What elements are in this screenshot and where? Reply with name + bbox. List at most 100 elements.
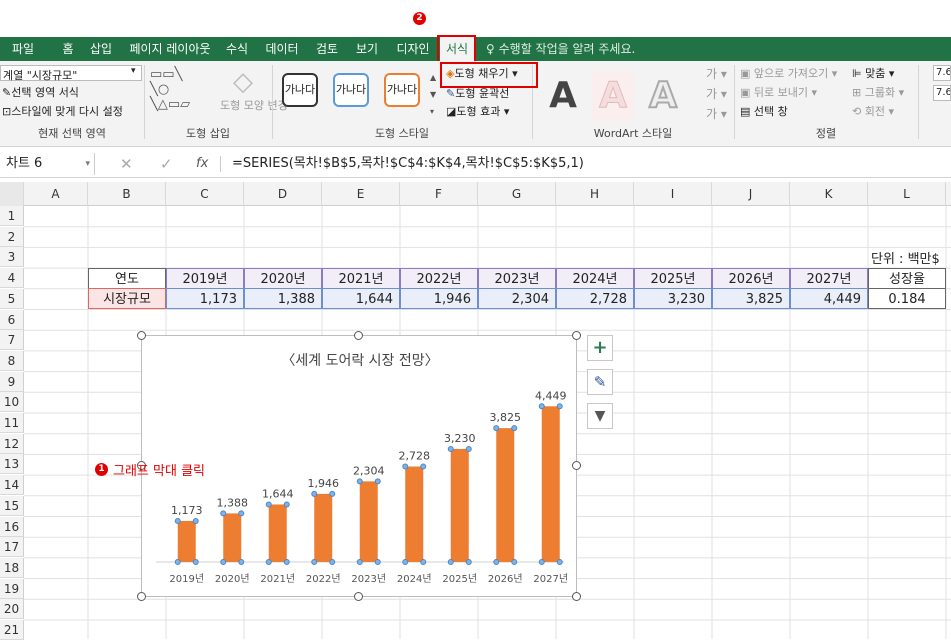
- row-header-14[interactable]: 14: [0, 475, 24, 496]
- row-header-10[interactable]: 10: [0, 392, 24, 413]
- growth-label[interactable]: 성장율: [868, 268, 946, 289]
- name-box[interactable]: 차트 6 ▾: [0, 153, 95, 175]
- rotate-button[interactable]: ⟲ 회전 ▾: [852, 103, 894, 119]
- chart-area[interactable]: 〈세계 도어락 시장 전망〉 1,173 2019년 1,388 2020년 1,644…: [141, 335, 577, 597]
- chart-bar[interactable]: [450, 448, 469, 562]
- chart-bar[interactable]: [177, 520, 196, 562]
- chart-bar[interactable]: [268, 504, 287, 562]
- shape-height-input[interactable]: 7.6: [933, 65, 951, 81]
- cancel-icon[interactable]: ✕: [120, 153, 133, 175]
- resize-handle-bottom[interactable]: [354, 592, 363, 601]
- row-header-17[interactable]: 17: [0, 537, 24, 558]
- chart-elements-dropdown[interactable]: 계열 "시장규모" ▾: [0, 65, 142, 82]
- check-icon[interactable]: ✓: [160, 153, 173, 175]
- row-header-6[interactable]: 6: [0, 309, 24, 330]
- year-header-cell[interactable]: 2026년: [712, 268, 790, 289]
- year-header-cell[interactable]: 2025년: [634, 268, 712, 289]
- shape-styles-scroll[interactable]: ▲ ▼ ▾: [430, 69, 440, 121]
- row-header-11[interactable]: 11: [0, 413, 24, 433]
- row-header-1[interactable]: 1: [0, 206, 24, 226]
- insert-function-button[interactable]: fx: [196, 153, 208, 175]
- market-value-cell[interactable]: 2,304: [478, 288, 556, 309]
- market-value-cell[interactable]: 3,230: [634, 288, 712, 309]
- row-header-7[interactable]: 7: [0, 330, 24, 351]
- chart-plot[interactable]: 1,173 2019년 1,388 2020년 1,644 2021년 1,946 2022년…: [142, 336, 578, 598]
- year-header-cell[interactable]: 2020년: [244, 268, 322, 289]
- align-button[interactable]: ⊫ 맞춤 ▾: [852, 65, 894, 81]
- header-year-label[interactable]: 연도: [88, 268, 166, 289]
- chart-elements-plus-icon[interactable]: +: [587, 335, 613, 361]
- market-value-cell[interactable]: 1,946: [400, 288, 478, 309]
- shape-gallery[interactable]: ▭▭╲ ╲○ ╲△▭▱: [150, 67, 212, 112]
- column-header-c[interactable]: C: [166, 182, 244, 206]
- row-header-3[interactable]: 3: [0, 247, 24, 268]
- chart-bar[interactable]: [314, 493, 333, 562]
- row-header-8[interactable]: 8: [0, 350, 24, 371]
- tab-insert[interactable]: 삽입: [86, 37, 116, 61]
- market-value-cell[interactable]: 1,388: [244, 288, 322, 309]
- column-header-g[interactable]: G: [478, 182, 556, 206]
- reset-style-button[interactable]: ⊡스타일에 맞게 다시 설정: [2, 103, 123, 119]
- column-header-i[interactable]: I: [634, 182, 712, 206]
- group-button[interactable]: ⊞ 그룹화 ▾: [852, 84, 904, 100]
- chart-bar[interactable]: [223, 513, 242, 562]
- row-header-4[interactable]: 4: [0, 268, 24, 289]
- wordart-style-2[interactable]: A: [592, 71, 634, 121]
- row-header-13[interactable]: 13: [0, 454, 24, 475]
- row-header-21[interactable]: 21: [0, 620, 24, 640]
- resize-handle-bottom-left[interactable]: [137, 592, 146, 601]
- wordart-style-1[interactable]: A: [542, 71, 584, 121]
- text-outline-icon[interactable]: 가 ▾: [706, 85, 727, 102]
- market-value-cell[interactable]: 3,825: [712, 288, 790, 309]
- text-effects-icon[interactable]: 가 ▾: [706, 105, 727, 122]
- chart-bar[interactable]: [405, 466, 424, 562]
- tab-design[interactable]: 디자인: [392, 37, 434, 61]
- select-all-button[interactable]: [0, 182, 24, 206]
- year-header-cell[interactable]: 2019년: [166, 268, 244, 289]
- chart-bar[interactable]: [359, 481, 378, 562]
- send-backward-button[interactable]: ▣ 뒤로 보내기 ▾: [740, 84, 817, 100]
- market-value-cell[interactable]: 1,173: [166, 288, 244, 309]
- column-header-j[interactable]: J: [712, 182, 790, 206]
- formula-input[interactable]: =SERIES(목차!$B$5,목차!$C$4:$K$4,목차!$C$5:$K$…: [232, 153, 584, 175]
- row-header-19[interactable]: 19: [0, 578, 24, 599]
- growth-value[interactable]: 0.184: [868, 288, 946, 309]
- year-header-cell[interactable]: 2023년: [478, 268, 556, 289]
- row-header-5[interactable]: 5: [0, 288, 24, 309]
- tab-file[interactable]: 파일: [6, 37, 40, 61]
- tab-data[interactable]: 데이터: [262, 37, 302, 61]
- market-value-cell[interactable]: 1,644: [322, 288, 400, 309]
- year-header-cell[interactable]: 2024년: [556, 268, 634, 289]
- shape-effects-button[interactable]: ◪도형 효과 ▾: [446, 103, 509, 119]
- tab-review[interactable]: 검토: [312, 37, 342, 61]
- market-value-cell[interactable]: 2,728: [556, 288, 634, 309]
- selection-pane-button[interactable]: ▤ 선택 창: [740, 103, 788, 119]
- format-selection-button[interactable]: ✎선택 영역 서식: [2, 84, 79, 100]
- row-header-15[interactable]: 15: [0, 495, 24, 516]
- row-header-2[interactable]: 2: [0, 226, 24, 247]
- row-header-9[interactable]: 9: [0, 371, 24, 392]
- column-header-a[interactable]: A: [24, 182, 88, 206]
- row-header-18[interactable]: 18: [0, 557, 24, 578]
- market-size-label[interactable]: 시장규모: [88, 288, 166, 309]
- resize-handle-top[interactable]: [354, 331, 363, 340]
- column-header-b[interactable]: B: [88, 182, 166, 206]
- shape-style-1[interactable]: 가나다: [282, 73, 318, 107]
- tab-page-layout[interactable]: 페이지 레이아웃: [126, 37, 214, 61]
- market-value-cell[interactable]: 4,449: [790, 288, 868, 309]
- resize-handle-right[interactable]: [572, 461, 581, 470]
- year-header-cell[interactable]: 2021년: [322, 268, 400, 289]
- tab-home[interactable]: 홈: [56, 37, 80, 61]
- column-header-l[interactable]: L: [868, 182, 946, 206]
- bring-forward-button[interactable]: ▣ 앞으로 가져오기 ▾: [740, 65, 837, 81]
- chart-bar[interactable]: [496, 428, 515, 562]
- resize-handle-top-left[interactable]: [137, 331, 146, 340]
- resize-handle-top-right[interactable]: [572, 331, 581, 340]
- resize-handle-bottom-right[interactable]: [572, 592, 581, 601]
- chart-filter-icon[interactable]: ▼: [587, 403, 613, 429]
- column-header-h[interactable]: H: [556, 182, 634, 206]
- row-header-16[interactable]: 16: [0, 516, 24, 537]
- text-fill-icon[interactable]: 가 ▾: [706, 65, 727, 82]
- column-header-d[interactable]: D: [244, 182, 322, 206]
- shape-style-2[interactable]: 가나다: [333, 73, 369, 107]
